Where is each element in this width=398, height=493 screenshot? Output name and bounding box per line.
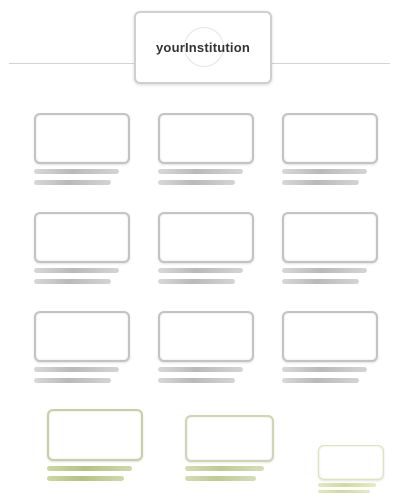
app-card-highlighted[interactable] (47, 409, 143, 482)
app-card-title-bar (158, 169, 243, 174)
app-card-screen (282, 311, 378, 362)
app-card-screen (34, 212, 130, 263)
app-card-subtitle-bar (158, 378, 235, 383)
app-card-screen (158, 212, 254, 263)
app-card-title-bar (34, 367, 119, 372)
institution-logo-card[interactable]: yourInstitution (134, 11, 272, 84)
app-card[interactable] (282, 311, 378, 384)
app-card-subtitle-bar (158, 180, 235, 185)
app-card[interactable] (34, 212, 130, 285)
app-card[interactable] (282, 113, 378, 186)
app-card-screen (282, 113, 378, 164)
app-card-highlighted[interactable] (318, 445, 384, 493)
app-card-subtitle-bar (185, 476, 256, 481)
app-card-subtitle-bar (34, 378, 111, 383)
app-card[interactable] (34, 113, 130, 186)
app-card-title-bar (47, 466, 132, 471)
app-card-screen (158, 113, 254, 164)
app-card-screen (282, 212, 378, 263)
app-card-screen (185, 415, 274, 462)
app-card-title-bar (34, 268, 119, 273)
app-card[interactable] (282, 212, 378, 285)
app-card[interactable] (34, 311, 130, 384)
app-card-screen (34, 311, 130, 362)
app-card-screen (318, 445, 384, 480)
app-card-highlighted[interactable] (185, 415, 274, 482)
app-card[interactable] (158, 311, 254, 384)
app-card-title-bar (318, 483, 376, 487)
institution-name: yourInstitution (156, 40, 250, 55)
app-card[interactable] (158, 212, 254, 285)
app-card[interactable] (158, 113, 254, 186)
app-card-subtitle-bar (34, 180, 111, 185)
app-card-subtitle-bar (282, 180, 359, 185)
app-card-subtitle-bar (34, 279, 111, 284)
app-card-screen (47, 409, 143, 461)
app-card-title-bar (282, 268, 367, 273)
app-card-title-bar (158, 367, 243, 372)
app-card-subtitle-bar (282, 378, 359, 383)
app-card-title-bar (158, 268, 243, 273)
app-card-title-bar (34, 169, 119, 174)
app-card-subtitle-bar (47, 476, 124, 481)
app-card-screen (158, 311, 254, 362)
app-card-screen (34, 113, 130, 164)
app-card-subtitle-bar (158, 279, 235, 284)
app-card-title-bar (185, 466, 264, 471)
app-card-title-bar (282, 169, 367, 174)
app-card-title-bar (282, 367, 367, 372)
app-card-subtitle-bar (282, 279, 359, 284)
